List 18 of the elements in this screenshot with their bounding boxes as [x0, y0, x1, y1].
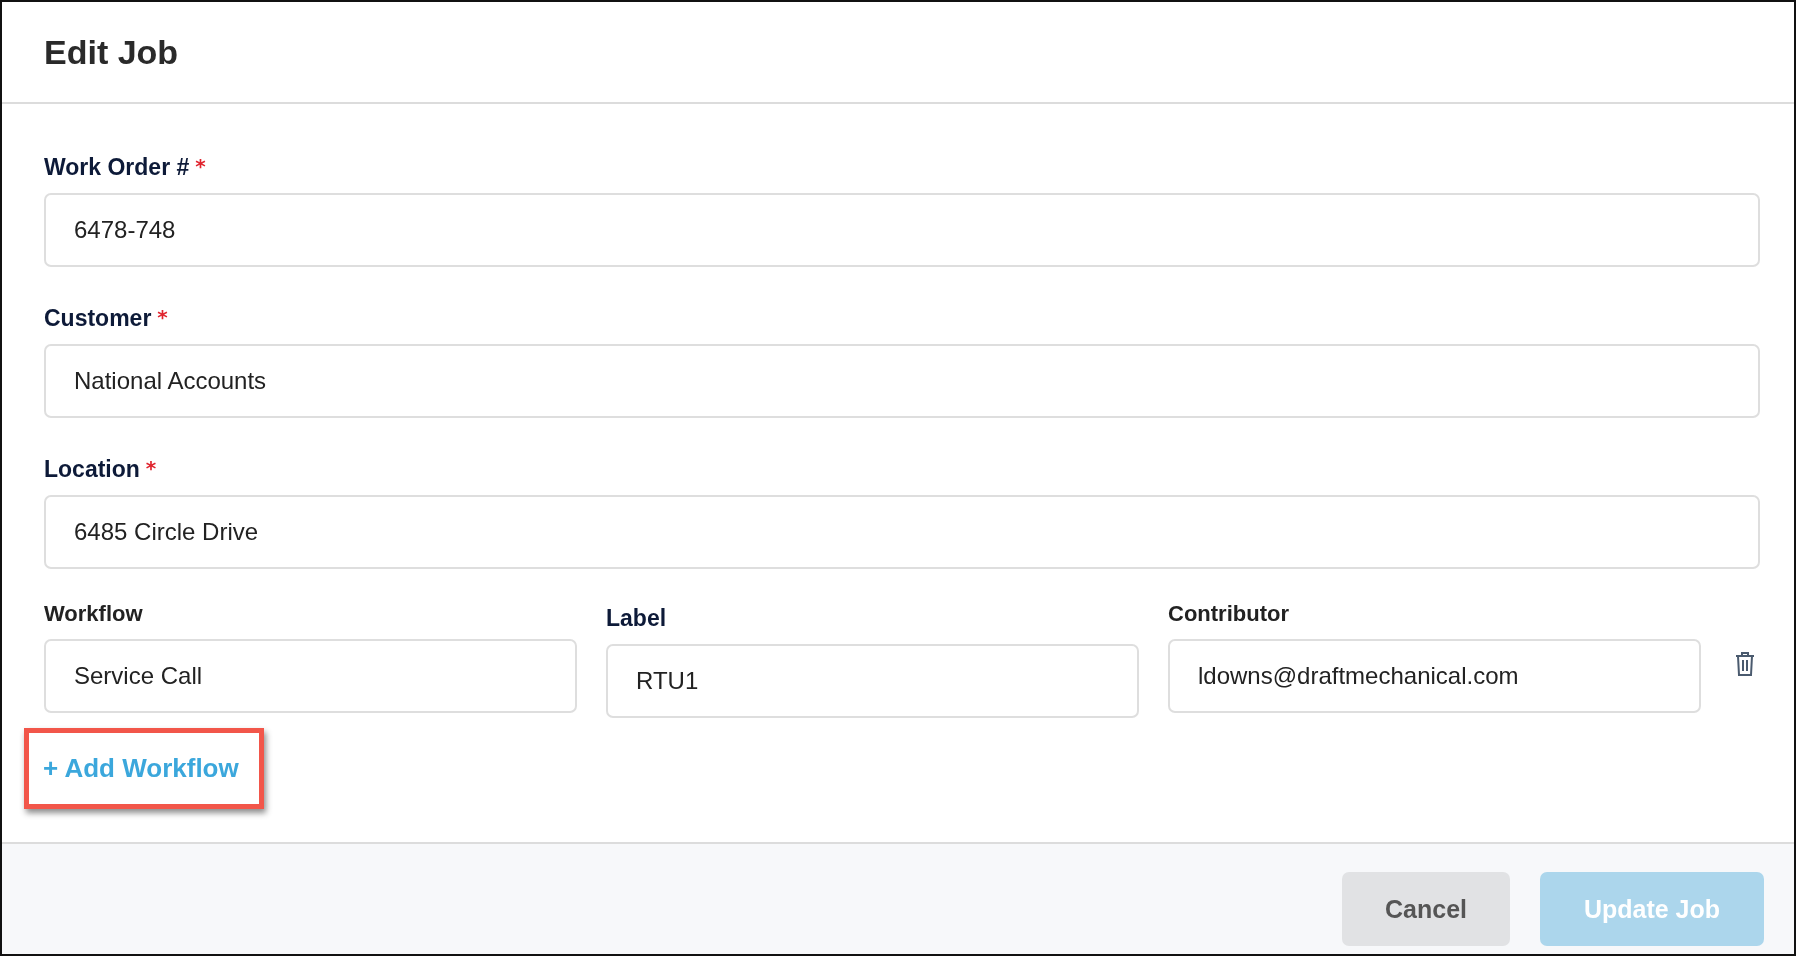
field-label: Workflow — [44, 601, 144, 627]
text-field[interactable]: 6485 Circle Drive — [44, 495, 1760, 569]
field-label: Contributor — [1168, 601, 1290, 627]
text-field[interactable]: 6478-748 — [44, 193, 1760, 267]
text-field[interactable]: ldowns@draftmechanical.com — [1168, 639, 1701, 713]
field-label: Customer — [44, 305, 152, 332]
cancel-button[interactable]: Cancel — [1342, 872, 1510, 946]
text-field[interactable]: RTU1 — [606, 644, 1139, 718]
delete-icon[interactable] — [1734, 651, 1756, 677]
text-field[interactable]: National Accounts — [44, 344, 1760, 418]
text-field[interactable]: Service Call — [44, 639, 577, 713]
required-asterisk: * — [145, 456, 157, 480]
dialog-title: Edit Job — [44, 32, 179, 72]
field-label: Location — [44, 456, 140, 483]
field-label: Work Order # — [44, 154, 190, 181]
field-label: Label — [606, 605, 668, 632]
required-asterisk: * — [195, 154, 206, 178]
required-asterisk: * — [157, 305, 168, 329]
